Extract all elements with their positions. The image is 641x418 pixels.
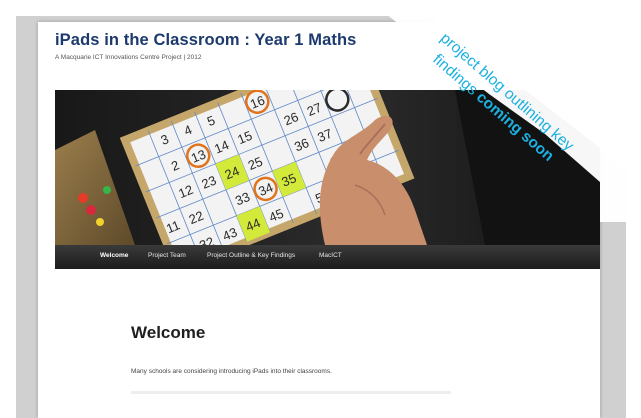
nav-item-welcome[interactable]: Welcome bbox=[100, 252, 128, 259]
page-heading: Welcome bbox=[131, 323, 206, 342]
nav-item-project-outline[interactable]: Project Outline & Key Findings bbox=[207, 252, 295, 259]
main-nav: Welcome Project Team Project Outline & K… bbox=[55, 245, 600, 269]
nav-item-project-team[interactable]: Project Team bbox=[148, 252, 186, 259]
nav-item-macict[interactable]: MacICT bbox=[319, 252, 342, 259]
site-description: A Macquarie ICT Innovations Centre Proje… bbox=[55, 54, 202, 61]
faded-text-line bbox=[131, 391, 451, 394]
intro-text: Many schools are considering introducing… bbox=[131, 368, 332, 375]
site-title[interactable]: iPads in the Classroom : Year 1 Maths bbox=[55, 31, 356, 50]
